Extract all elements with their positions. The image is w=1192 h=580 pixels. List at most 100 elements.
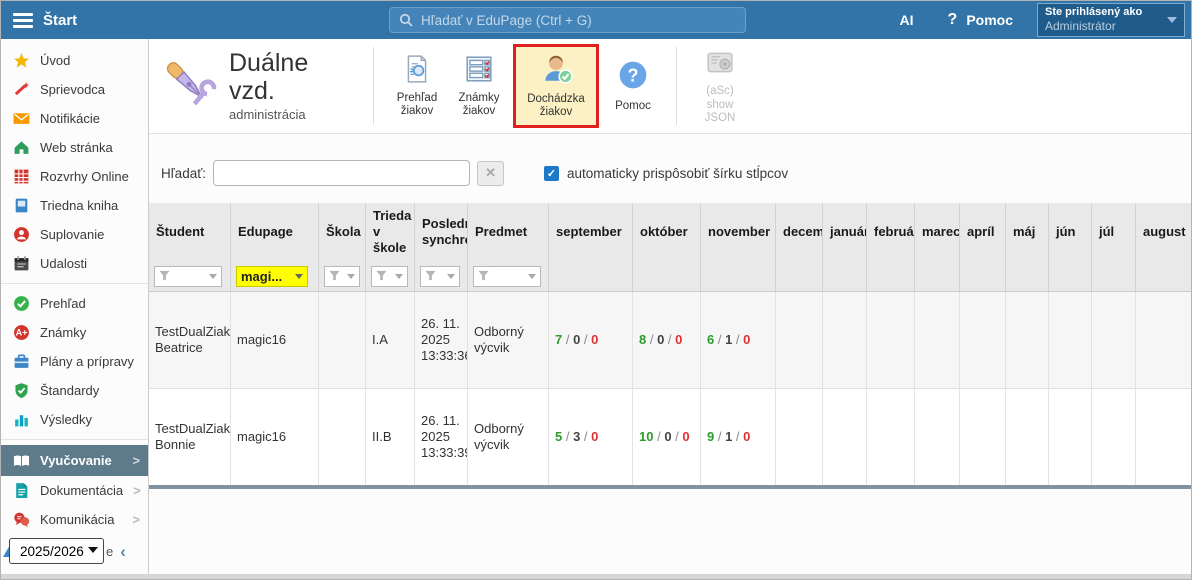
sidebar-item-label: Komunikácia: [40, 512, 114, 527]
table-row[interactable]: TestDualZiak Bonniemagic16II.B26. 11. 20…: [149, 389, 1191, 485]
column-header-student[interactable]: Študent: [149, 203, 231, 261]
sidebar-item-rozvrhy-online[interactable]: Rozvrhy Online: [1, 162, 148, 191]
column-filter-synchro[interactable]: [420, 266, 460, 287]
sidebar-item--tandardy[interactable]: Štandardy: [1, 376, 148, 405]
sidebar-item--vod[interactable]: Úvod: [1, 46, 148, 75]
cell-text: II.B: [372, 429, 392, 445]
sidebar-item-dokument-cia[interactable]: Dokumentácia>: [1, 476, 148, 505]
filter-cell-december: [776, 261, 823, 291]
column-header-label: december: [783, 224, 823, 240]
school-year-select[interactable]: 2025/2026: [9, 538, 104, 564]
sidebar-item-suplovanie[interactable]: Suplovanie: [1, 220, 148, 249]
column-header-februar[interactable]: február: [867, 203, 915, 261]
column-header-synchro[interactable]: Posledná synchronizácia: [415, 203, 468, 261]
sidebar-item-preh-ad[interactable]: Prehľad: [1, 289, 148, 318]
column-header-label: jún: [1056, 224, 1076, 240]
sidebar-item-vyu-ovanie[interactable]: Vyučovanie>: [1, 445, 148, 476]
logged-in-as-label: Ste prihlásený ako: [1045, 6, 1142, 20]
sidebar-item-v-sledky[interactable]: Výsledky: [1, 405, 148, 434]
cell-november: 9 / 1 / 0: [701, 389, 776, 485]
cell-text: I.A: [372, 332, 388, 348]
column-header-jul[interactable]: júl: [1092, 203, 1136, 261]
column-header-maj[interactable]: máj: [1006, 203, 1049, 261]
toolbar-button-label: Známky žiakov: [453, 92, 505, 118]
help-button[interactable]: Pomoc: [966, 12, 1013, 28]
table-row[interactable]: TestDualZiak Beatricemagic16I.A26. 11. 2…: [149, 292, 1191, 389]
attendance-value: 8 / 0 / 0: [639, 332, 682, 348]
toolbar-button-label: Prehľad žiakov: [391, 92, 443, 118]
cell-maj: [1006, 292, 1049, 388]
topbar-right: AI ? Pomoc Ste prihlásený ako Administrá…: [900, 3, 1185, 37]
sidebar-item-triedna-kniha[interactable]: Triedna kniha: [1, 191, 148, 220]
module-pen-wrench-icon: [157, 53, 219, 120]
funnel-icon: [159, 269, 170, 284]
module-title: Duálne vzd.: [229, 50, 361, 105]
clear-search-button[interactable]: ✕: [477, 161, 504, 186]
column-filter-predmet[interactable]: [473, 266, 541, 287]
global-search-input[interactable]: Hľadať v EduPage (Ctrl + G): [389, 7, 746, 33]
sidebar-item-udalosti[interactable]: Udalosti: [1, 249, 148, 278]
attendance-value: 10 / 0 / 0: [639, 429, 690, 445]
hamburger-menu-icon[interactable]: [13, 13, 33, 28]
column-header-april[interactable]: apríl: [960, 203, 1006, 261]
column-filter-skola[interactable]: [324, 266, 360, 287]
column-header-januar[interactable]: január: [823, 203, 867, 261]
toolbar-button-label: (aSc) show JSON: [694, 85, 746, 125]
start-button[interactable]: Štart: [43, 12, 77, 29]
sidebar-item-web-str-nka[interactable]: Web stránka: [1, 133, 148, 162]
help-question-icon[interactable]: ?: [948, 11, 958, 29]
sidebar-item-label: Prehľad: [40, 296, 86, 311]
cell-november: 6 / 1 / 0: [701, 292, 776, 388]
sidebar-item-label: Sprievodca: [40, 82, 105, 97]
column-header-label: október: [640, 224, 688, 240]
dochadzka-ziakov-button[interactable]: Dochádzka žiakov: [513, 44, 599, 129]
auto-width-checkbox[interactable]: ✓: [544, 166, 559, 181]
person-circle-icon: [13, 226, 30, 243]
filter-cell-edupage: magi...: [231, 261, 319, 291]
sidebar-item-pl-ny-a-pr-pravy[interactable]: Plány a prípravy: [1, 347, 148, 376]
column-filter-edupage[interactable]: magi...: [236, 266, 308, 287]
column-header-november[interactable]: november: [701, 203, 776, 261]
pomoc-button[interactable]: ?Pomoc: [605, 54, 661, 117]
cell-text: Odborný výcvik: [474, 324, 542, 357]
filter-cell-oktober: [633, 261, 701, 291]
column-header-label: marec: [922, 224, 960, 240]
column-filter-student[interactable]: [154, 266, 222, 287]
filter-cell-synchro: [415, 261, 468, 291]
sidebar-item-notifik-cie[interactable]: Notifikácie: [1, 104, 148, 133]
sidebar-item-label: Úvod: [40, 53, 70, 68]
cell-text: magic16: [237, 429, 286, 445]
column-header-jun[interactable]: jún: [1049, 203, 1092, 261]
column-header-oktober[interactable]: október: [633, 203, 701, 261]
column-header-august[interactable]: august: [1136, 203, 1192, 261]
prehlad-ziakov-button[interactable]: Prehľad žiakov: [389, 49, 445, 124]
ai-button[interactable]: AI: [900, 12, 914, 28]
house-icon: [13, 139, 30, 156]
envelope-icon: [13, 110, 30, 127]
column-header-december[interactable]: december: [776, 203, 823, 261]
table-search-input[interactable]: [213, 160, 470, 186]
znamky-ziakov-button[interactable]: Známky žiakov: [451, 49, 507, 124]
column-filter-trieda[interactable]: [371, 266, 408, 287]
chevron-right-icon: >: [132, 453, 140, 468]
column-header-skola[interactable]: Škola: [319, 203, 366, 261]
column-header-edupage[interactable]: Edupage: [231, 203, 319, 261]
sidebar-separator: [1, 283, 148, 284]
sidebar-item-komunik-cia[interactable]: Komunikácia>: [1, 505, 148, 534]
attendance-value: 5 / 3 / 0: [555, 429, 598, 445]
sidebar-item-zn-mky[interactable]: A+Známky: [1, 318, 148, 347]
sidebar-item-sprievodca[interactable]: Sprievodca: [1, 75, 148, 104]
sidebar-collapse-button[interactable]: ‹: [120, 543, 126, 560]
cell-marec: [915, 389, 960, 485]
column-header-september[interactable]: september: [549, 203, 633, 261]
cell-januar: [823, 292, 867, 388]
column-header-trieda[interactable]: Trieda v škole: [366, 203, 415, 261]
column-header-marec[interactable]: marec: [915, 203, 960, 261]
attendance-value: 9 / 1 / 0: [707, 429, 750, 445]
account-menu[interactable]: Ste prihlásený ako Administrátor: [1037, 3, 1185, 37]
column-header-predmet[interactable]: Predmet: [468, 203, 549, 261]
cell-edupage: magic16: [231, 389, 319, 485]
cell-predmet: Odborný výcvik: [468, 292, 549, 388]
timetable-icon: [13, 168, 30, 185]
sidebar-item-label: Notifikácie: [40, 111, 100, 126]
